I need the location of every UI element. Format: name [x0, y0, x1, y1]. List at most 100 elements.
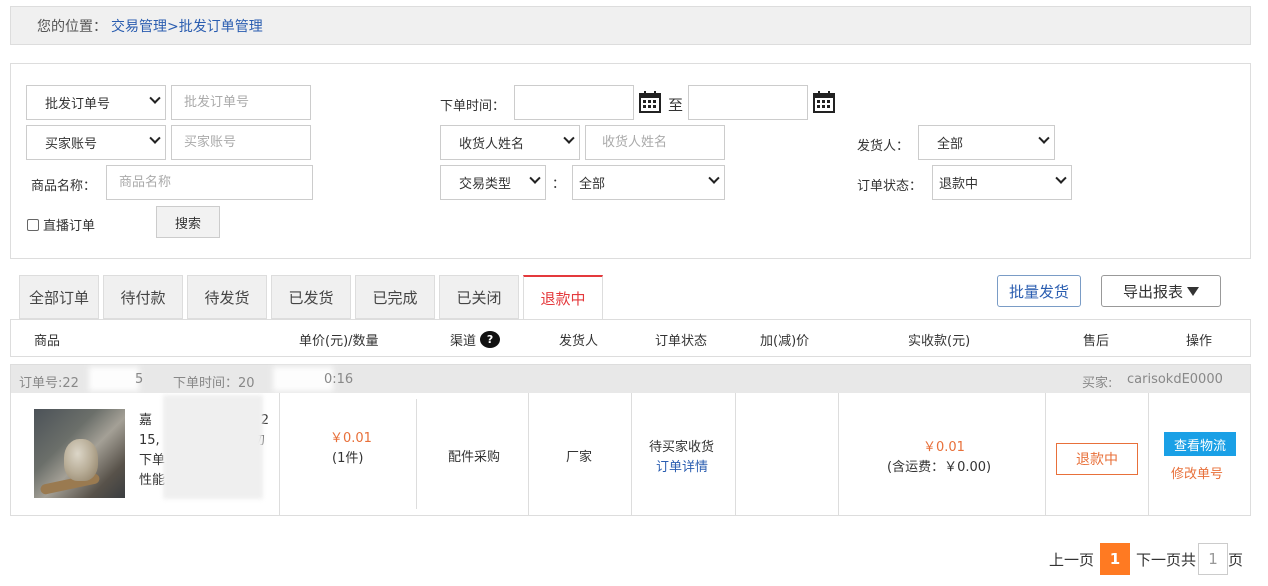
chevron-down-icon — [708, 172, 720, 184]
order-no-input[interactable] — [171, 85, 311, 120]
view-logistics-button[interactable]: 查看物流 — [1164, 432, 1236, 456]
shipper-value: 厂家 — [566, 450, 593, 465]
breadcrumb-current[interactable]: 批发订单管理 — [179, 16, 263, 36]
order-tabs: 全部订单 待付款 待发货 已发货 已完成 已关闭 退款中 — [19, 275, 603, 321]
breadcrumb-parent-link[interactable]: 交易管理> — [111, 16, 179, 36]
shipper-select[interactable]: 全部 — [918, 125, 1055, 160]
next-page-link[interactable]: 下一页 — [1136, 549, 1181, 570]
divider — [279, 393, 280, 515]
modify-tracking-link[interactable]: 修改单号 — [1171, 463, 1223, 482]
order-status-value: 待买家收货 — [649, 440, 715, 455]
thumbnail-subject — [64, 439, 98, 481]
divider — [1148, 393, 1149, 515]
prev-page-link[interactable]: 上一页 — [1049, 549, 1094, 570]
total-pages: 1 — [1198, 543, 1229, 575]
tab-closed[interactable]: 已关闭 — [439, 275, 519, 319]
divider — [528, 393, 529, 515]
quantity: (1件) — [332, 451, 364, 466]
unit-price: ￥0.01 — [330, 431, 372, 446]
tab-all-orders[interactable]: 全部订单 — [19, 275, 99, 319]
live-order-checkbox-label: 直播订单 — [43, 219, 96, 234]
order-no-type-select-value: 批发订单号 — [45, 97, 111, 112]
trade-type-select-value: 交易类型 — [459, 177, 512, 192]
col-price-qty: 单价(元)/数量 — [299, 334, 379, 349]
redacted-blur — [163, 395, 263, 499]
order-time-end-input[interactable] — [688, 85, 808, 120]
order-time-suffix: 0:16 — [324, 372, 354, 387]
trade-type-value-select[interactable]: 全部 — [572, 165, 725, 200]
order-status-select[interactable]: 退款中 — [932, 165, 1072, 200]
buyer-type-select[interactable]: 买家账号 — [26, 125, 166, 160]
order-number-prefix: 订单号:22 — [19, 376, 79, 391]
receiver-type-select-value: 收货人姓名 — [459, 137, 525, 152]
divider — [631, 393, 632, 515]
batch-ship-button[interactable]: 批量发货 — [997, 275, 1081, 307]
filter-panel: 批发订单号 下单时间： 至 买家账号 收货人姓名 发货人： 全部 商品名称： 交… — [10, 63, 1251, 259]
pagination: 上一页 1 下一页 共 1 页 — [1049, 543, 1243, 575]
checkbox-box[interactable] — [27, 218, 39, 231]
total-pages-prefix: 共 — [1181, 550, 1197, 569]
order-row: 嘉2 15,勿 下单 性能 ￥0.01 (1件) 配件采购 厂家 待买家收货 订… — [10, 393, 1251, 516]
divider — [735, 393, 736, 515]
calendar-icon[interactable] — [639, 91, 661, 113]
chevron-down-icon — [1055, 172, 1067, 184]
chevron-down-icon — [563, 132, 575, 144]
page-current[interactable]: 1 — [1100, 543, 1131, 575]
order-status-select-value: 退款中 — [939, 177, 979, 192]
shipping-fee-note: (含运费：￥0.00) — [887, 460, 992, 475]
search-button[interactable]: 搜索 — [156, 206, 220, 238]
date-range-to-label: 至 — [668, 96, 684, 114]
buyer-name: carisokdE0000 — [1127, 372, 1223, 387]
divider — [416, 399, 417, 509]
trade-type-colon: ： — [552, 177, 566, 192]
divider — [838, 393, 839, 515]
tab-completed[interactable]: 已完成 — [355, 275, 435, 319]
breadcrumb: 您的位置： 交易管理> 批发订单管理 — [10, 6, 1251, 45]
col-product: 商品 — [34, 334, 61, 349]
order-time-label: 下单时间： — [440, 99, 506, 114]
export-report-label: 导出报表 — [1122, 282, 1183, 301]
col-operation: 操作 — [1186, 334, 1213, 349]
breadcrumb-label: 您的位置： — [37, 18, 107, 35]
caret-down-icon — [1187, 286, 1199, 296]
channel-value: 配件采购 — [448, 450, 501, 465]
col-shipper: 发货人 — [559, 334, 599, 349]
divider — [1045, 393, 1046, 515]
table-header: 商品 单价(元)/数量 渠道 ? 发货人 订单状态 加(减)价 实收款(元) 售… — [10, 319, 1251, 357]
receiver-input[interactable] — [585, 125, 725, 160]
col-status: 订单状态 — [655, 334, 708, 349]
shipper-select-value: 全部 — [937, 137, 964, 152]
live-order-checkbox[interactable]: 直播订单 — [27, 215, 95, 234]
col-channel: 渠道 ? — [450, 330, 501, 349]
order-detail-link[interactable]: 订单详情 — [656, 456, 708, 475]
product-thumbnail[interactable] — [34, 409, 125, 498]
buyer-type-select-value: 买家账号 — [45, 137, 98, 152]
redacted-blur — [89, 367, 139, 391]
buyer-input[interactable] — [171, 125, 311, 160]
trade-type-value-select-value: 全部 — [579, 177, 606, 192]
tab-pending-payment[interactable]: 待付款 — [103, 275, 183, 319]
receiver-type-select[interactable]: 收货人姓名 — [440, 125, 580, 160]
order-time-start-input[interactable] — [514, 85, 634, 120]
product-title-line1: 嘉 — [139, 413, 153, 428]
refunding-button[interactable]: 退款中 — [1056, 443, 1138, 475]
product-title-line2: 15, — [139, 433, 160, 448]
chevron-down-icon — [149, 132, 161, 144]
tab-shipped[interactable]: 已发货 — [271, 275, 351, 319]
calendar-icon[interactable] — [813, 91, 835, 113]
col-adjust: 加(减)价 — [760, 334, 810, 349]
product-name-input[interactable] — [106, 165, 313, 200]
chevron-down-icon — [529, 172, 541, 184]
buyer-label: 买家: — [1082, 376, 1113, 391]
received-amount: ￥0.01 — [923, 440, 965, 455]
shipper-label: 发货人： — [857, 139, 910, 154]
trade-type-select[interactable]: 交易类型 — [440, 165, 546, 200]
help-icon[interactable]: ? — [480, 331, 501, 348]
export-report-button[interactable]: 导出报表 — [1101, 275, 1221, 307]
col-channel-label: 渠道 — [450, 334, 477, 349]
chevron-down-icon — [1038, 132, 1050, 144]
total-pages-suffix: 页 — [1228, 550, 1244, 569]
tab-pending-shipment[interactable]: 待发货 — [187, 275, 267, 319]
tab-refunding[interactable]: 退款中 — [523, 275, 603, 321]
order-no-type-select[interactable]: 批发订单号 — [26, 85, 166, 120]
